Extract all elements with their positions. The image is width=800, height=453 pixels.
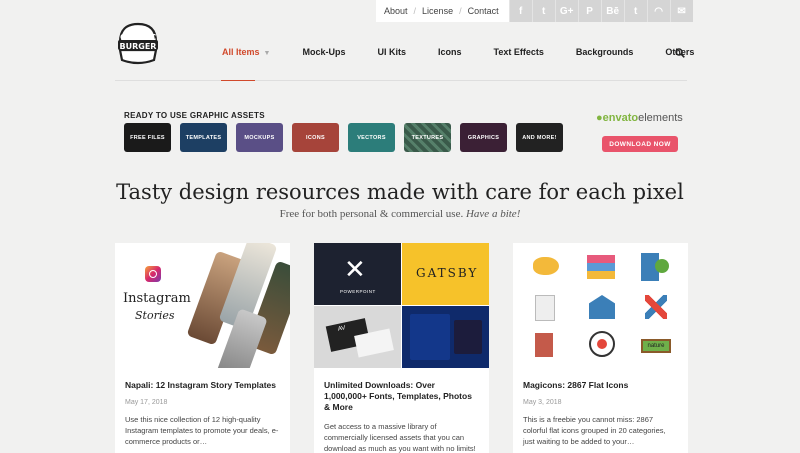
nav-ui-kits[interactable]: UI Kits [361,47,422,57]
tile-label: VECTORS [357,134,386,141]
top-bar: About / License / Contact f t G+ P Bē t … [376,0,693,22]
business-card-preview: AV [314,306,401,368]
card-excerpt: Use this nice collection of 12 high-qual… [125,415,279,446]
bank-icon [589,295,615,319]
tile-label: TEXTURES [411,134,444,141]
facebook-icon[interactable]: f [508,0,532,22]
nav-text-effects[interactable]: Text Effects [478,47,560,57]
behance-icon[interactable]: Bē [600,0,624,22]
card-image-title: Instagram [123,291,191,306]
card-excerpt: This is a freebie you cannot miss: 2867 … [523,415,666,446]
card-thumbnail[interactable]: Instagram Stories [115,243,290,368]
tumblr-icon[interactable]: t [623,0,647,22]
gatsby-preview: GATSBY [402,243,489,305]
clock-icon [589,331,615,357]
nav-all-items[interactable]: All Items ▼ [206,47,286,57]
card-title[interactable]: Unlimited Downloads: Over 1,000,000+ Fon… [314,368,489,413]
sign-label: nature [647,343,665,349]
fish-icon [533,257,559,275]
twitter-icon[interactable]: t [531,0,555,22]
separator: / [459,6,462,16]
tile-and-more[interactable]: AND MORE! [516,123,563,152]
about-link[interactable]: About [384,6,408,16]
nav-backgrounds[interactable]: Backgrounds [560,47,650,57]
card-title[interactable]: Magicons: 2867 Flat Icons [513,368,688,391]
gatsby-label: GATSBY [416,266,479,280]
top-links: About / License / Contact [376,0,509,22]
nav-mock-ups[interactable]: Mock-Ups [286,47,361,57]
brand-prefix: envato [602,112,639,124]
page-headline: Tasty design resources made with care fo… [116,180,684,204]
stacked-boxes-icon [587,255,615,279]
nav-icons[interactable]: Icons [422,47,478,57]
nature-sign-icon: nature [641,339,671,353]
web-template-preview [402,306,489,368]
license-link[interactable]: License [422,6,453,16]
tile-vectors[interactable]: VECTORS [348,123,395,152]
email-icon[interactable]: ✉ [669,0,693,22]
search-icon[interactable] [675,48,685,58]
x-mark: ✕ [344,255,366,285]
tile-label: TEMPLATES [185,134,222,141]
tile-mockups[interactable]: MOCKUPS [236,123,283,152]
separator: / [413,6,417,16]
social-icons: f t G+ P Bē t ◠ ✉ [508,0,693,22]
document-icon [535,295,555,321]
card-date: May 17, 2018 [125,399,168,406]
card-thumbnail[interactable]: nature [513,243,688,368]
tile-label: FREE FILES [130,134,165,141]
tile-label: AND MORE! [522,134,557,141]
tree-icon [655,259,669,273]
tile-label: ICONS [306,134,325,141]
post-card[interactable]: Instagram Stories Napali: 12 Instagram S… [115,243,290,453]
paper-bag-icon [535,333,553,357]
active-nav-underline [221,80,255,81]
googleplus-icon[interactable]: G+ [554,0,578,22]
powerpoint-label: POWERPOINT [340,289,376,294]
brand-suffix: elements [638,112,683,124]
powerpoint-preview: ✕ POWERPOINT [314,243,401,305]
pinterest-icon[interactable]: P [577,0,601,22]
card-title[interactable]: Napali: 12 Instagram Story Templates [115,368,290,391]
post-card[interactable]: nature Magicons: 2867 Flat Icons May 3, … [513,243,688,453]
card-excerpt: Get access to a massive library of comme… [324,422,476,453]
subhead-italic: Have a bite! [465,208,521,220]
envato-elements-logo[interactable]: ●envatoelements [596,112,683,124]
subhead-text: Free for both personal & commercial use. [279,208,466,220]
assets-title: READY TO USE GRAPHIC ASSETS [124,111,265,120]
card-thumbnail[interactable]: ✕ POWERPOINT GATSBY AV [314,243,489,368]
nav-divider [115,80,687,81]
site-logo[interactable]: GRAPHIC BURGER [114,20,162,68]
nav-label: All Items [222,47,260,57]
main-nav: All Items ▼ Mock-Ups UI Kits Icons Text E… [206,47,710,57]
tile-free-files[interactable]: FREE FILES [124,123,171,152]
leaf-icon: ● [596,112,603,124]
tile-label: MOCKUPS [244,134,275,141]
post-card[interactable]: ✕ POWERPOINT GATSBY AV Unlimited Downloa… [314,243,489,453]
tile-icons[interactable]: ICONS [292,123,339,152]
contact-link[interactable]: Contact [468,6,499,16]
logo-text-line2: BURGER [119,42,157,51]
tile-label: GRAPHICS [467,134,500,141]
page-subheadline: Free for both personal & commercial use.… [0,208,800,220]
card-date: May 3, 2018 [523,399,562,406]
instagram-icon [145,266,161,282]
download-now-button[interactable]: DOWNLOAD NOW [602,136,678,152]
tile-graphics[interactable]: GRAPHICS [460,123,507,152]
asset-tiles: FREE FILES TEMPLATES MOCKUPS ICONS VECTO… [124,123,563,152]
tile-textures[interactable]: TEXTURES [404,123,451,152]
logo-text-line1: GRAPHIC [120,33,156,42]
chevron-down-icon: ▼ [263,50,271,57]
tile-templates[interactable]: TEMPLATES [180,123,227,152]
tools-icon [645,295,667,319]
rss-icon[interactable]: ◠ [646,0,670,22]
card-image-subtitle: Stories [135,309,175,322]
